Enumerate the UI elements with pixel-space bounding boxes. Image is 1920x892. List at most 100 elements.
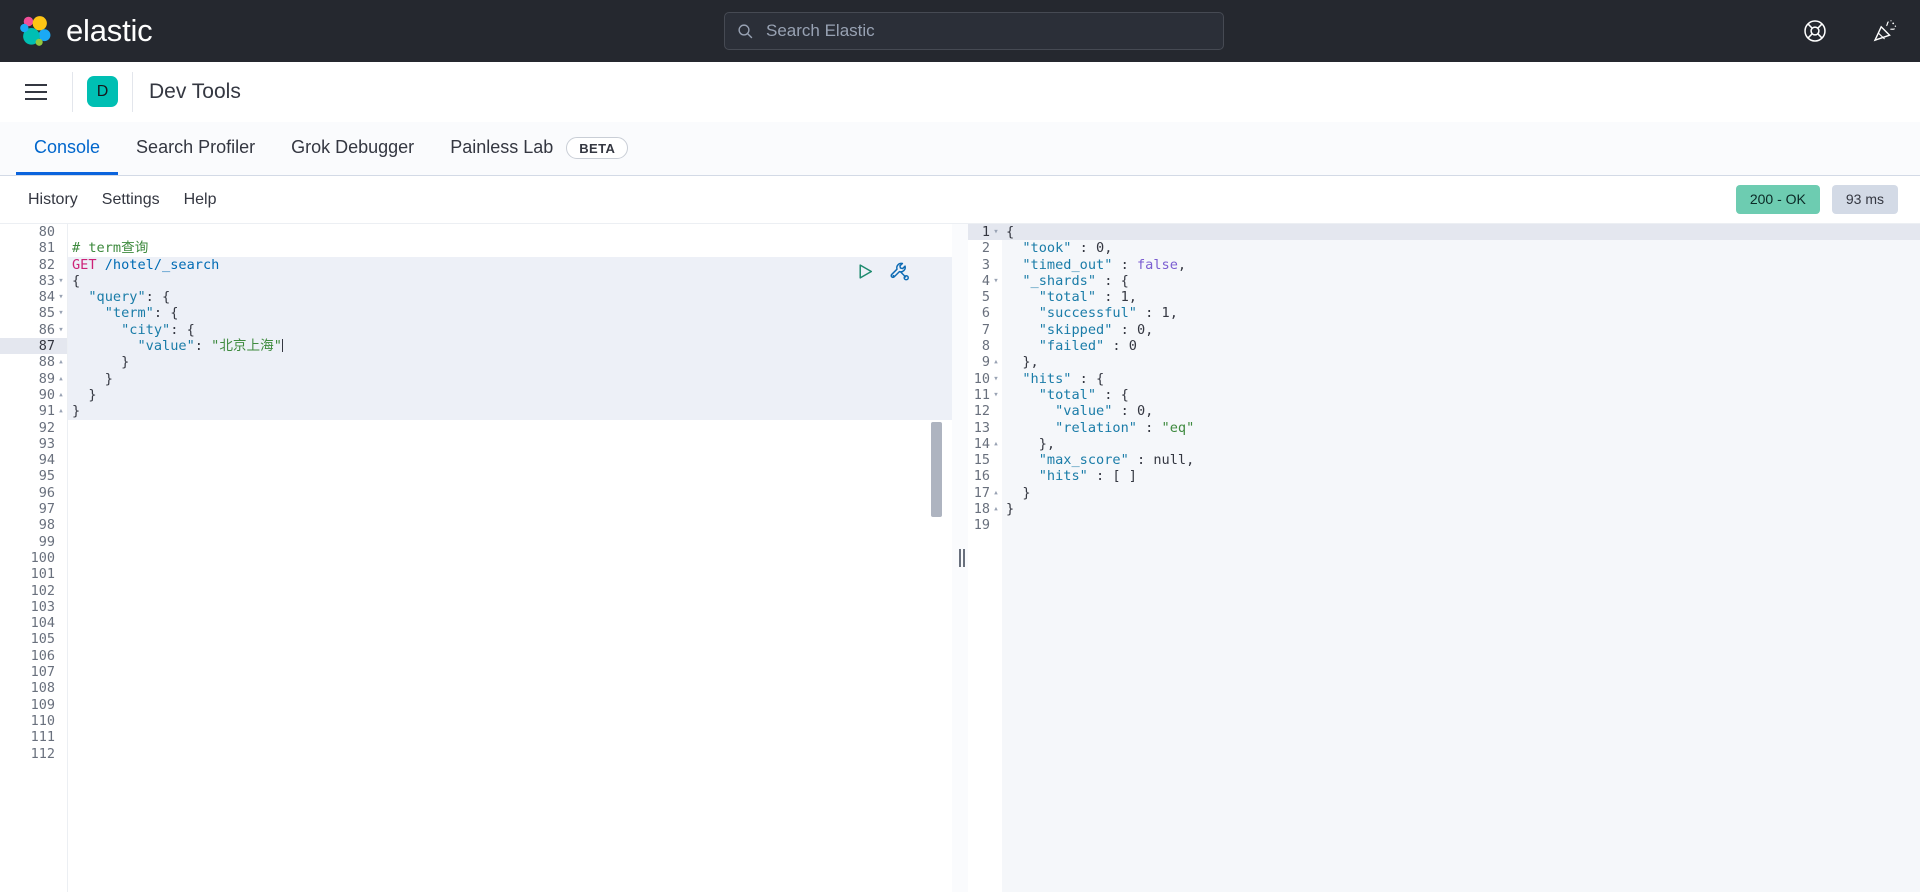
fold-toggle-icon[interactable]: ▴ <box>991 436 1001 452</box>
code-line[interactable]: "term": { <box>68 305 952 322</box>
code-token: GET <box>72 256 97 273</box>
fold-toggle-icon[interactable]: ▾ <box>991 387 1001 403</box>
elastic-brand[interactable]: elastic <box>0 12 153 50</box>
code-line[interactable] <box>68 664 952 680</box>
code-line[interactable] <box>68 648 952 664</box>
response-editor-pane[interactable]: 1 ▾ 2 3 4 ▾ 5 6 7 8 9 ▴ 10 ▾ 11 ▾ 12 13 14 ▴ 15 16 17 ▴ 18 ▴ 19 { … <box>952 224 1920 892</box>
fold-toggle-icon[interactable]: ▾ <box>991 273 1001 289</box>
code-line[interactable]: "failed" : 0 <box>1002 338 1920 354</box>
code-line[interactable]: "value" : 0, <box>1002 403 1920 419</box>
code-line[interactable] <box>68 746 952 762</box>
code-line[interactable]: "skipped" : 0, <box>1002 322 1920 338</box>
code-line[interactable] <box>68 599 952 615</box>
hamburger-menu-icon[interactable] <box>14 70 58 114</box>
code-line[interactable]: { <box>1002 224 1920 241</box>
help-button[interactable]: Help <box>172 185 229 215</box>
fold-toggle-icon[interactable]: ▾ <box>991 224 1001 240</box>
code-line[interactable]: "city": { <box>68 321 952 339</box>
global-search-placeholder[interactable]: Search Elastic <box>766 21 875 41</box>
code-line[interactable]: } <box>1002 485 1920 501</box>
fold-toggle-icon[interactable]: ▾ <box>56 273 66 289</box>
tab-grok-debugger[interactable]: Grok Debugger <box>273 123 432 175</box>
code-line[interactable]: # term查询 <box>68 240 952 256</box>
request-editor-scrollbar[interactable] <box>931 422 942 517</box>
code-line[interactable] <box>68 452 952 468</box>
code-line[interactable]: }, <box>1002 354 1920 370</box>
tab-label: Console <box>34 137 101 157</box>
whats-new-party-popper-icon[interactable] <box>1872 18 1898 44</box>
code-token: "successful" <box>1038 305 1137 322</box>
fold-toggle-icon[interactable]: ▾ <box>56 289 66 305</box>
code-line[interactable] <box>68 713 952 729</box>
request-code-area[interactable]: # term查询 GET /hotel/_search{ "query": { "… <box>68 224 952 892</box>
code-line[interactable]: } <box>68 354 952 371</box>
request-editor-pane[interactable]: 80 81 82 83 ▾ 84 ▾ 85 ▾ 86 ▾ 87 88 ▴ 89 ▴ 90 ▴ 91 ▴ 92 93 94 95… <box>0 224 952 892</box>
code-line[interactable] <box>68 224 952 240</box>
fold-toggle-icon[interactable]: ▾ <box>56 305 66 321</box>
code-line[interactable] <box>68 729 952 745</box>
code-line[interactable]: } <box>1002 501 1920 517</box>
code-line[interactable]: "relation" : "eq" <box>1002 420 1920 436</box>
code-token: /hotel/_search <box>96 256 220 273</box>
response-code-area[interactable]: { "took" : 0, "timed_out" : false, "_sha… <box>1002 224 1920 892</box>
send-request-play-icon[interactable] <box>856 262 875 286</box>
code-line[interactable]: "timed_out" : false, <box>1002 257 1920 273</box>
code-line[interactable]: "total" : 1, <box>1002 289 1920 305</box>
code-line[interactable]: "took" : 0, <box>1002 240 1920 256</box>
fold-toggle-icon[interactable]: ▴ <box>56 387 66 403</box>
code-line[interactable] <box>1002 517 1920 533</box>
code-line[interactable] <box>68 517 952 533</box>
fold-toggle-icon[interactable]: ▾ <box>991 371 1001 387</box>
tab-search-profiler[interactable]: Search Profiler <box>118 123 273 175</box>
request-options-wrench-icon[interactable] <box>889 261 910 287</box>
code-line[interactable] <box>68 615 952 631</box>
code-token: "term" <box>104 305 154 322</box>
code-token: } <box>1006 501 1015 518</box>
settings-button[interactable]: Settings <box>90 185 172 215</box>
code-line[interactable]: } <box>68 403 952 420</box>
code-line[interactable]: "hits" : { <box>1002 371 1920 387</box>
code-line[interactable]: { <box>68 272 952 290</box>
code-line[interactable]: "total" : { <box>1002 387 1920 403</box>
tab-console[interactable]: Console <box>16 123 119 175</box>
code-line[interactable]: "max_score" : null, <box>1002 452 1920 468</box>
code-line[interactable]: "query": { <box>68 289 952 306</box>
tab-painless-lab[interactable]: Painless Lab BETA <box>432 123 646 175</box>
fold-toggle-icon[interactable]: ▴ <box>56 403 66 419</box>
history-button[interactable]: History <box>16 185 90 215</box>
code-line[interactable]: "successful" : 1, <box>1002 305 1920 321</box>
code-line[interactable] <box>68 420 952 436</box>
global-search-bar[interactable]: Search Elastic <box>724 12 1224 50</box>
line-number: 99 <box>38 533 55 550</box>
code-line[interactable]: "hits" : [ ] <box>1002 468 1920 484</box>
code-line[interactable]: } <box>68 386 952 404</box>
fold-toggle-icon[interactable]: ▴ <box>991 354 1001 370</box>
code-line[interactable] <box>68 680 952 696</box>
code-line[interactable] <box>68 566 952 582</box>
code-line[interactable] <box>68 534 952 550</box>
code-line[interactable] <box>68 501 952 517</box>
line-number: 84 ▾ <box>0 289 67 305</box>
fold-toggle-icon[interactable]: ▴ <box>56 354 66 370</box>
code-line[interactable] <box>68 436 952 452</box>
code-line[interactable] <box>68 468 952 484</box>
code-line[interactable]: } <box>68 370 952 387</box>
code-line[interactable]: GET /hotel/_search <box>68 256 952 273</box>
fold-toggle-icon[interactable]: ▴ <box>991 501 1001 517</box>
code-line[interactable] <box>68 697 952 713</box>
pane-resize-handle[interactable] <box>952 224 968 892</box>
code-line[interactable]: "value": "北京上海" <box>68 338 952 355</box>
fold-toggle-icon[interactable]: ▴ <box>56 371 66 387</box>
code-line[interactable] <box>68 485 952 501</box>
help-lifebuoy-icon[interactable] <box>1802 18 1828 44</box>
code-line[interactable]: "_shards" : { <box>1002 273 1920 289</box>
line-number: 93 <box>38 435 55 452</box>
code-line[interactable] <box>68 550 952 566</box>
code-line[interactable] <box>68 583 952 599</box>
code-line[interactable] <box>68 631 952 647</box>
fold-toggle-icon[interactable]: ▾ <box>56 322 66 338</box>
code-line[interactable]: }, <box>1002 436 1920 452</box>
app-badge[interactable]: D <box>87 76 118 107</box>
fold-toggle-icon[interactable]: ▴ <box>991 485 1001 501</box>
